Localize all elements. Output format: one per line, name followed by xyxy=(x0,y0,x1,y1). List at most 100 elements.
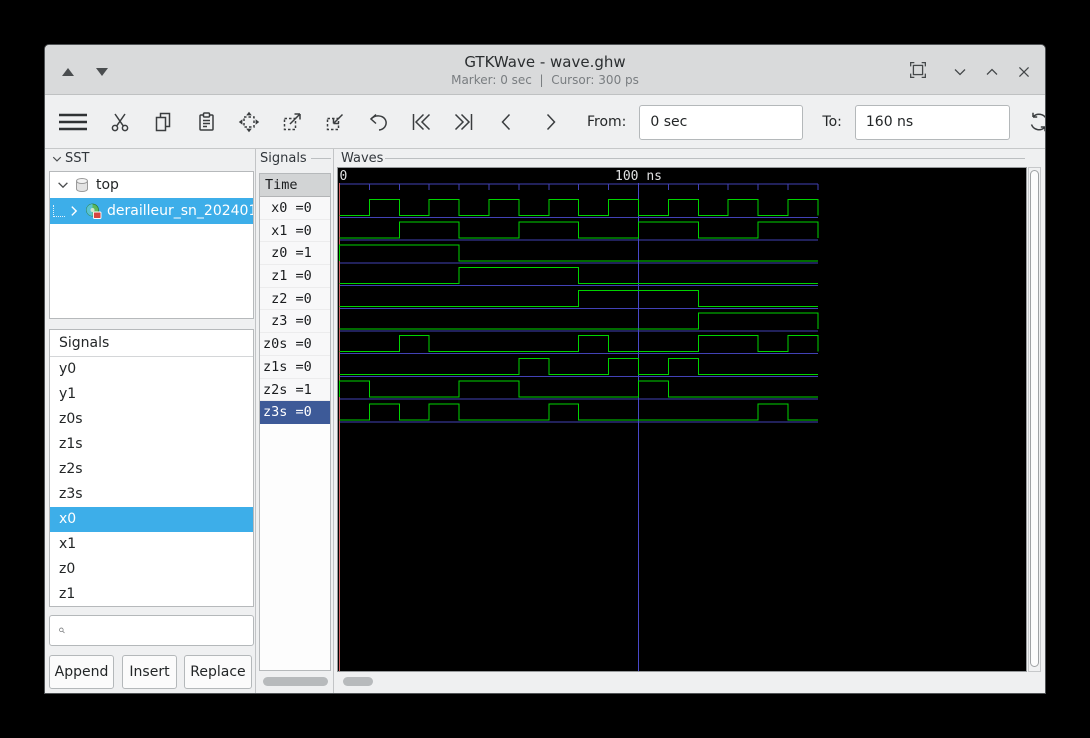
zoom-in-button[interactable] xyxy=(280,110,304,134)
values-hscroll-handle[interactable] xyxy=(263,677,328,686)
values-row[interactable]: x1 =0 xyxy=(260,219,330,243)
maximize-button[interactable] xyxy=(981,61,1003,83)
close-button[interactable] xyxy=(1013,61,1035,83)
waves-hscroll-handle[interactable] xyxy=(343,677,373,686)
wave-canvas[interactable]: 0 100 ns xyxy=(337,167,1027,672)
sst-tree: top derailleur_sn_20240121_ xyxy=(49,171,254,319)
values-row[interactable]: z2 =0 xyxy=(260,287,330,311)
splitter-right[interactable] xyxy=(333,149,334,693)
waves-hscrollbar[interactable] xyxy=(337,675,1041,688)
zoom-in-area-icon xyxy=(283,113,301,131)
tree-node-derailleur[interactable]: derailleur_sn_20240121_ xyxy=(50,198,253,224)
svg-text:0: 0 xyxy=(340,169,348,184)
skip-to-start-icon xyxy=(412,113,431,131)
splitter-left[interactable] xyxy=(255,149,256,693)
signal-list-item[interactable]: x0 xyxy=(50,507,253,532)
zoom-fit-icon xyxy=(238,111,260,133)
insert-button[interactable]: Insert xyxy=(122,655,177,689)
marker-cursor-status: Marker: 0 sec | Cursor: 300 ps xyxy=(451,73,639,87)
values-rows: x0 =0 x1 =0 z0 =1 z1 =0 z2 =0 z3 =0 z0s =… xyxy=(260,197,330,424)
values-row[interactable]: z0 =1 xyxy=(260,242,330,266)
expander-down-icon[interactable] xyxy=(56,178,70,192)
signal-list-item[interactable]: z3s xyxy=(50,482,253,507)
values-hscrollbar[interactable] xyxy=(259,675,331,688)
next-edge-button[interactable] xyxy=(538,110,562,134)
signal-list-item[interactable]: x1 xyxy=(50,532,253,557)
values-row[interactable]: z3s =0 xyxy=(260,401,330,424)
gtkwave-window: GTKWave - wave.ghw Marker: 0 sec | Curso… xyxy=(44,44,1046,694)
to-input[interactable] xyxy=(854,104,1010,140)
from-label: From: xyxy=(587,114,627,130)
zoom-out-button[interactable] xyxy=(323,110,347,134)
sst-frame-label: SST xyxy=(65,151,90,166)
waveform-plot[interactable]: 0 100 ns xyxy=(338,168,1026,671)
undo-button[interactable] xyxy=(366,110,390,134)
append-button[interactable]: Append xyxy=(49,655,114,689)
chevron-down-icon xyxy=(954,69,966,76)
values-panel: Time x0 =0 x1 =0 z0 =1 z1 =0 z2 =0 z3 =0… xyxy=(259,173,331,671)
signal-search-box[interactable] xyxy=(49,615,254,646)
cut-button[interactable] xyxy=(108,110,132,134)
go-to-end-button[interactable] xyxy=(452,110,476,134)
signal-list-item[interactable]: z1 xyxy=(50,582,253,607)
minimize-button[interactable] xyxy=(949,61,971,83)
waves-frame-label: Waves xyxy=(341,151,384,166)
signal-list-item[interactable]: y0 xyxy=(50,357,253,382)
tree-guide-line xyxy=(53,205,65,217)
copy-icon xyxy=(155,112,171,132)
reload-button[interactable] xyxy=(1027,110,1045,134)
sst-collapse-icon[interactable] xyxy=(51,153,63,165)
from-input[interactable] xyxy=(639,104,804,140)
chevron-left-icon xyxy=(501,113,511,131)
window-title: GTKWave - wave.ghw xyxy=(464,53,626,71)
expander-right-icon[interactable] xyxy=(67,204,81,218)
signal-list-item[interactable]: z2s xyxy=(50,457,253,482)
go-to-start-button[interactable] xyxy=(409,110,433,134)
signal-list-item[interactable]: z0 xyxy=(50,557,253,582)
zoom-out-area-icon xyxy=(326,113,344,131)
ghw-module-icon xyxy=(86,203,102,219)
fit-window-button[interactable] xyxy=(907,59,929,81)
values-row[interactable]: z2s =1 xyxy=(260,378,330,402)
values-row[interactable]: x0 =0 xyxy=(260,197,330,220)
values-row[interactable]: z0s =0 xyxy=(260,333,330,356)
svg-text:100 ns: 100 ns xyxy=(615,169,662,184)
signal-list-item[interactable]: y1 xyxy=(50,382,253,407)
prev-edge-button[interactable] xyxy=(495,110,519,134)
values-row[interactable]: z1 =0 xyxy=(260,265,330,288)
menu-button[interactable] xyxy=(57,110,89,134)
hamburger-menu-icon xyxy=(59,113,87,131)
time-column-header[interactable]: Time xyxy=(260,174,330,197)
tree-node-label: top xyxy=(96,177,119,193)
database-cylinder-icon xyxy=(76,178,88,192)
toolbar: From: To: xyxy=(45,96,1045,149)
waves-vscroll-handle[interactable] xyxy=(1030,170,1039,667)
values-frame-label: Signals xyxy=(260,151,307,166)
titlebar[interactable]: GTKWave - wave.ghw Marker: 0 sec | Curso… xyxy=(45,45,1045,95)
chevron-right-icon xyxy=(546,113,556,131)
scissors-icon xyxy=(111,113,129,132)
search-icon xyxy=(59,627,65,634)
waves-vscrollbar[interactable] xyxy=(1028,167,1041,672)
copy-button[interactable] xyxy=(151,110,175,134)
signal-list-item[interactable]: z0s xyxy=(50,407,253,432)
values-row[interactable]: z1s =0 xyxy=(260,355,330,379)
tree-node-top[interactable]: top xyxy=(50,172,253,198)
search-input[interactable] xyxy=(72,616,253,645)
reload-icon xyxy=(1030,112,1045,132)
clipboard-paste-icon xyxy=(199,112,214,131)
paste-button[interactable] xyxy=(194,110,218,134)
zoom-fit-button[interactable] xyxy=(237,110,261,134)
to-label: To: xyxy=(822,114,842,130)
skip-to-end-icon xyxy=(454,113,473,131)
values-row[interactable]: z3 =0 xyxy=(260,310,330,334)
signal-list-items: y0 y1 z0s z1s z2s z3s x0 x1 z0 z1 xyxy=(50,357,253,607)
signal-list-header: Signals xyxy=(50,330,253,357)
fit-window-icon xyxy=(910,62,926,78)
tree-node-label: derailleur_sn_20240121_ xyxy=(107,203,253,219)
signal-search-list: Signals y0 y1 z0s z1s z2s z3s x0 x1 z0 z1 xyxy=(49,329,254,607)
close-icon xyxy=(1018,66,1030,78)
signal-list-item[interactable]: z1s xyxy=(50,432,253,457)
replace-button[interactable]: Replace xyxy=(184,655,252,689)
values-frame-line xyxy=(311,158,331,159)
